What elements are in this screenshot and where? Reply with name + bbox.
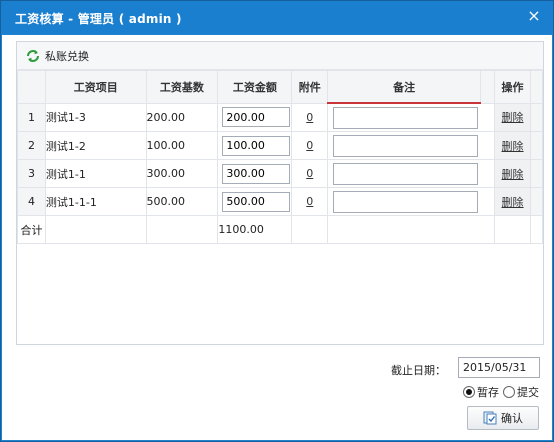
total-empty (44, 215, 147, 244)
dialog-window: 工资核算 - 管理员 ( admin ) × 私账兑换 工资项目 工资基数 工资… (0, 0, 554, 442)
total-label: 合计 (17, 215, 46, 244)
delete-link[interactable]: 删除 (502, 168, 524, 181)
table-row: 4 测试1-1-1 500.00 0 删除 (17, 187, 544, 216)
base-cell: 100.00 (145, 131, 219, 160)
attach-cell: 0 (291, 102, 329, 132)
deadline-label: 截止日期： (391, 364, 446, 377)
note-input[interactable] (333, 134, 479, 157)
attach-cell: 0 (291, 131, 329, 160)
amount-cell (217, 187, 293, 216)
table-row: 2 测试1-2 100.00 0 删除 (17, 131, 544, 160)
op-cell: 删除 (494, 131, 531, 160)
note-input[interactable] (333, 106, 479, 129)
row-index: 4 (17, 187, 46, 216)
radio-draft-label[interactable]: 暂存 (477, 384, 499, 400)
base-cell: 200.00 (145, 102, 219, 132)
row-index: 1 (17, 102, 46, 132)
total-row: 合计 1100.00 (17, 215, 544, 244)
amount-input[interactable] (222, 163, 291, 184)
amount-cell (217, 159, 293, 188)
amount-cell (217, 102, 293, 132)
note-cell (327, 131, 496, 160)
amount-cell (217, 131, 293, 160)
row-spacer (529, 215, 544, 244)
row-spacer (529, 159, 544, 188)
table-header-row: 工资项目 工资基数 工资金额 附件 备注 操作 (17, 70, 544, 104)
row-index: 3 (17, 159, 46, 188)
radio-submit-label[interactable]: 提交 (517, 384, 539, 400)
col-base[interactable]: 工资基数 (145, 70, 219, 104)
col-item[interactable]: 工资项目 (44, 70, 147, 104)
dialog-title: 工资核算 - 管理员 ( admin ) (15, 12, 182, 26)
row-spacer (529, 187, 544, 216)
confirm-button[interactable]: 确认 (467, 406, 539, 430)
table-row: 3 测试1-1 300.00 0 删除 (17, 159, 544, 188)
item-cell: 测试1-1 (44, 159, 147, 188)
attach-cell: 0 (291, 187, 329, 216)
col-notes[interactable]: 备注 (327, 70, 482, 104)
table-row: 1 测试1-3 200.00 0 删除 (17, 102, 544, 132)
close-icon[interactable]: × (525, 7, 543, 25)
title-bar[interactable]: 工资核算 - 管理员 ( admin ) × (1, 1, 553, 34)
row-spacer (529, 102, 544, 132)
amount-input[interactable] (222, 191, 291, 212)
confirm-label: 确认 (501, 412, 523, 425)
base-cell: 500.00 (145, 187, 219, 216)
item-cell: 测试1-3 (44, 102, 147, 132)
note-cell (327, 102, 496, 132)
delete-link[interactable]: 删除 (502, 140, 524, 153)
col-resize (480, 70, 496, 104)
op-cell: 删除 (494, 102, 531, 132)
total-amount: 1100.00 (217, 215, 293, 244)
exchange-label: 私账兑换 (45, 50, 89, 63)
item-cell: 测试1-1-1 (44, 187, 147, 216)
amount-input[interactable] (222, 107, 291, 128)
exchange-button[interactable]: 私账兑换 (25, 47, 89, 65)
salary-table: 工资项目 工资基数 工资金额 附件 备注 操作 1 测试1-3 200.00 2… (17, 70, 544, 244)
attach-cell: 0 (291, 159, 329, 188)
note-input[interactable] (333, 162, 479, 185)
attach-link[interactable]: 0 (306, 195, 313, 208)
radio-draft[interactable] (463, 386, 475, 398)
document-icon (483, 411, 497, 425)
row-index: 2 (17, 131, 46, 160)
note-cell (327, 187, 496, 216)
grid-panel: 私账兑换 工资项目 工资基数 工资金额 附件 备注 操作 1 测试1-3 200… (16, 41, 544, 345)
delete-link[interactable]: 删除 (502, 196, 524, 209)
attach-link[interactable]: 0 (306, 139, 313, 152)
grid-toolbar: 私账兑换 (17, 42, 543, 70)
total-empty (145, 215, 219, 244)
op-cell: 删除 (494, 159, 531, 188)
note-input[interactable] (333, 190, 479, 213)
note-cell (327, 159, 496, 188)
total-empty (494, 215, 531, 244)
col-attach[interactable]: 附件 (291, 70, 329, 104)
col-operation[interactable]: 操作 (494, 70, 531, 104)
total-empty (327, 215, 496, 244)
op-cell: 删除 (494, 187, 531, 216)
radio-submit[interactable] (503, 386, 515, 398)
attach-link[interactable]: 0 (306, 167, 313, 180)
deadline-input[interactable]: 2015/05/31 (458, 357, 540, 378)
dialog-content: 私账兑换 工资项目 工资基数 工资金额 附件 备注 操作 1 测试1-3 200… (2, 35, 552, 440)
col-spacer (529, 70, 544, 104)
delete-link[interactable]: 删除 (502, 111, 524, 124)
col-index (17, 70, 46, 104)
col-amount[interactable]: 工资金额 (217, 70, 293, 104)
total-empty (291, 215, 329, 244)
item-cell: 测试1-2 (44, 131, 147, 160)
attach-link[interactable]: 0 (306, 111, 313, 124)
refresh-icon (27, 50, 39, 62)
base-cell: 300.00 (145, 159, 219, 188)
amount-input[interactable] (222, 135, 291, 156)
status-radio-group: 暂存 提交 (463, 384, 539, 400)
row-spacer (529, 131, 544, 160)
